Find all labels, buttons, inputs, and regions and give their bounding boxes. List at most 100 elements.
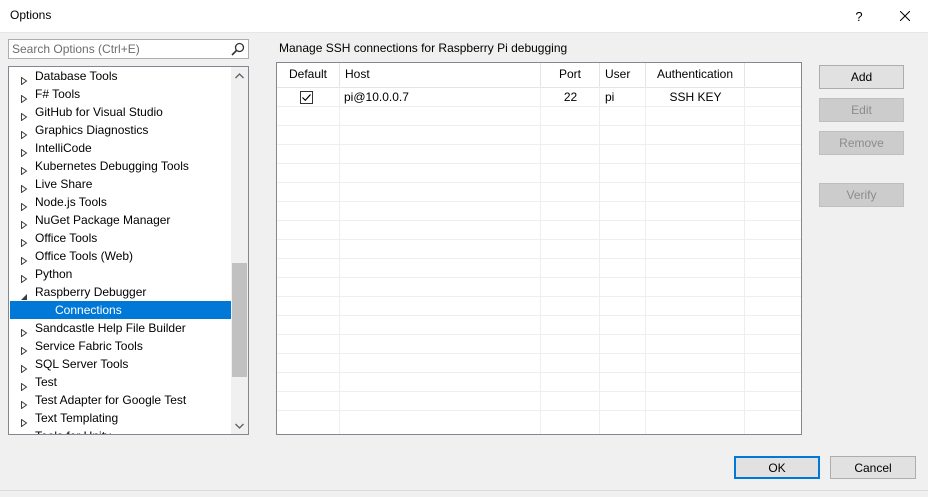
tree-item-label: Connections <box>55 303 122 317</box>
table-row <box>277 392 801 411</box>
tree-item[interactable]: SQL Server Tools <box>10 355 232 374</box>
table-row[interactable]: pi@10.0.0.7 22 pi SSH KEY <box>277 88 801 107</box>
tree-item[interactable]: IntelliCode <box>10 139 232 158</box>
table-row <box>277 297 801 316</box>
cancel-button[interactable]: Cancel <box>830 456 916 479</box>
table-row <box>277 145 801 164</box>
tree-item-label: IntelliCode <box>35 141 92 155</box>
scroll-up-button[interactable] <box>231 67 248 84</box>
tree-item-label: Text Templating <box>35 411 119 425</box>
tree-item-label: F# Tools <box>35 87 81 101</box>
collapsed-arrow-icon[interactable] <box>20 396 28 410</box>
window-title: Options <box>10 8 52 22</box>
tree-item-label: Sandcastle Help File Builder <box>35 321 186 335</box>
tree-item[interactable]: Raspberry Debugger <box>10 283 232 301</box>
expanded-arrow-icon[interactable] <box>20 288 28 300</box>
check-icon <box>302 94 311 102</box>
options-tree: Database Tools F# Tools GitHub for Visual … <box>8 66 249 435</box>
collapsed-arrow-icon[interactable] <box>20 378 28 392</box>
tree-item[interactable]: Tools for Unity <box>10 427 232 434</box>
close-icon <box>900 11 910 21</box>
add-button[interactable]: Add <box>819 65 904 89</box>
collapsed-arrow-icon[interactable] <box>20 414 28 428</box>
tree-item[interactable]: Connections <box>10 301 232 319</box>
remove-button[interactable]: Remove <box>819 131 904 155</box>
tree-item[interactable]: NuGet Package Manager <box>10 211 232 230</box>
tree-item[interactable]: GitHub for Visual Studio <box>10 103 232 122</box>
search-box <box>8 39 249 59</box>
table-row <box>277 221 801 240</box>
tree-item[interactable]: Service Fabric Tools <box>10 337 232 356</box>
tree-item[interactable]: Text Templating <box>10 409 232 428</box>
collapsed-arrow-icon[interactable] <box>20 90 28 104</box>
collapsed-arrow-icon[interactable] <box>20 252 28 266</box>
tree-item-label: Kubernetes Debugging Tools <box>35 159 189 173</box>
tree-item[interactable]: Test Adapter for Google Test <box>10 391 232 410</box>
tree-item-label: Office Tools <box>35 231 98 245</box>
tree-item[interactable]: Database Tools <box>10 67 232 86</box>
tree-item[interactable]: Graphics Diagnostics <box>10 121 232 140</box>
table-row <box>277 335 801 354</box>
tree-item-label: NuGet Package Manager <box>35 213 171 227</box>
collapsed-arrow-icon[interactable] <box>20 342 28 356</box>
collapsed-arrow-icon[interactable] <box>20 198 28 212</box>
scroll-down-button[interactable] <box>231 417 248 434</box>
collapsed-arrow-icon[interactable] <box>20 324 28 338</box>
connections-grid: Default Host Port User Authentication pi… <box>276 62 802 435</box>
column-header-host[interactable]: Host <box>340 63 541 87</box>
collapsed-arrow-icon[interactable] <box>20 360 28 374</box>
collapsed-arrow-icon[interactable] <box>20 216 28 230</box>
tree-item-label: Test <box>35 375 58 389</box>
table-row <box>277 354 801 373</box>
close-button[interactable] <box>882 0 928 32</box>
collapsed-arrow-icon[interactable] <box>20 180 28 194</box>
table-row <box>277 164 801 183</box>
collapsed-arrow-icon[interactable] <box>20 270 28 284</box>
tree-item[interactable]: Node.js Tools <box>10 193 232 212</box>
help-button[interactable]: ? <box>836 0 882 32</box>
collapsed-arrow-icon[interactable] <box>20 72 28 86</box>
tree-item[interactable]: F# Tools <box>10 85 232 104</box>
collapsed-arrow-icon[interactable] <box>20 162 28 176</box>
port-cell: 22 <box>563 90 578 104</box>
verify-button[interactable]: Verify <box>819 183 904 207</box>
title-bar: Options ? <box>0 0 928 33</box>
table-row <box>277 107 801 126</box>
ok-button[interactable]: OK <box>734 456 820 479</box>
help-icon: ? <box>855 8 863 24</box>
collapsed-arrow-icon[interactable] <box>20 234 28 248</box>
table-row <box>277 316 801 335</box>
collapsed-arrow-icon[interactable] <box>20 126 28 140</box>
tree-item[interactable]: Office Tools (Web) <box>10 247 232 266</box>
table-row <box>277 259 801 278</box>
tree-item[interactable]: Sandcastle Help File Builder <box>10 319 232 338</box>
column-header-authentication[interactable]: Authentication <box>646 63 745 87</box>
table-row <box>277 126 801 145</box>
collapsed-arrow-icon[interactable] <box>20 108 28 122</box>
edit-button[interactable]: Edit <box>819 98 904 122</box>
search-icon[interactable] <box>231 42 245 56</box>
collapsed-arrow-icon[interactable] <box>20 144 28 158</box>
column-header-default[interactable]: Default <box>277 63 340 87</box>
tree-item-label: GitHub for Visual Studio <box>35 105 163 119</box>
tree-scrollbar[interactable] <box>231 67 248 434</box>
tree-item-label: Node.js Tools <box>35 195 107 209</box>
user-cell: pi <box>605 90 615 104</box>
tree-item[interactable]: Kubernetes Debugging Tools <box>10 157 232 176</box>
tree-item-label: Python <box>35 267 73 281</box>
panel-title: Manage SSH connections for Raspberry Pi … <box>279 41 568 55</box>
table-row <box>277 278 801 297</box>
tree-item[interactable]: Python <box>10 265 232 284</box>
tree-item-label: Office Tools (Web) <box>35 249 134 263</box>
search-input[interactable] <box>12 41 222 57</box>
tree-item[interactable]: Live Share <box>10 175 232 194</box>
collapsed-arrow-icon[interactable] <box>20 432 28 434</box>
column-header-user[interactable]: User <box>600 63 646 87</box>
tree-item[interactable]: Test <box>10 373 232 392</box>
default-checkbox[interactable] <box>300 91 313 104</box>
tree-item[interactable]: Office Tools <box>10 229 232 248</box>
tree-item-label: Tools for Unity <box>35 427 111 434</box>
scroll-thumb[interactable] <box>232 263 247 377</box>
authentication-cell: SSH KEY <box>669 90 722 104</box>
column-header-port[interactable]: Port <box>541 63 600 87</box>
